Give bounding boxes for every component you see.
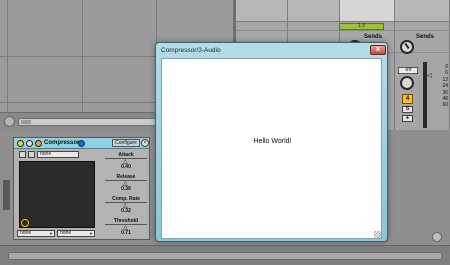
track-header[interactable] — [395, 0, 449, 22]
info-icon[interactable] — [78, 140, 85, 147]
track-header[interactable] — [236, 0, 287, 22]
sends-label: Sends — [416, 34, 435, 40]
send-knob-b[interactable]: Sends — [400, 34, 434, 56]
clip-row-divider — [236, 30, 450, 31]
arm-button[interactable]: ● — [402, 115, 413, 122]
window-title: Compressor/3-Audio — [161, 47, 221, 54]
clip-slot[interactable]: 1:3 — [339, 23, 384, 30]
param-comp-rate[interactable]: Comp. Rate △ 0.32 — [105, 196, 147, 216]
pan-marker-icon: ◁ — [427, 73, 432, 79]
device-chain-handle[interactable] — [3, 180, 10, 210]
window-close-button[interactable]: x — [370, 45, 386, 55]
sidechain-listen-toggle[interactable] — [28, 151, 35, 158]
meter-scale: 0 6 12 24 36 48 60 — [433, 64, 448, 109]
pan-knob[interactable] — [400, 76, 414, 90]
meter-scale-label: 60 — [442, 102, 448, 109]
configure-button[interactable]: Configure — [112, 139, 140, 147]
device-fold-icon[interactable] — [26, 140, 33, 147]
plugin-window: Compressor/3-Audio x Hello World! — [155, 42, 388, 242]
hello-message: Hello World! — [253, 138, 292, 145]
volume-readout[interactable]: -inf — [398, 67, 418, 74]
param-value: 0.71 — [121, 230, 131, 236]
param-value: 0.36 — [121, 186, 131, 192]
param-value: 0.32 — [121, 208, 131, 214]
resize-grip-icon[interactable] — [374, 231, 381, 238]
select-value: none — [20, 230, 32, 236]
sends-label: Sends — [364, 34, 383, 40]
level-meter — [423, 62, 427, 128]
device-activator-icon[interactable] — [17, 140, 24, 147]
xy-handle-icon[interactable] — [21, 219, 29, 227]
overview-toggle-icon[interactable] — [4, 116, 15, 127]
track-header[interactable] — [340, 0, 394, 22]
device-name: Compressor — [44, 140, 80, 146]
device-title-bar[interactable]: Compressor Configure × — [14, 138, 149, 149]
input-channel-select[interactable]: none — [57, 230, 95, 237]
param-release[interactable]: Release △ 0.36 — [105, 174, 147, 194]
device-hot-swap-icon[interactable] — [35, 140, 42, 147]
status-bar — [0, 245, 450, 265]
solo-button[interactable]: S — [402, 106, 413, 113]
param-threshold[interactable]: Threshold △ 0.71 — [105, 218, 147, 238]
scroll-thumb[interactable] — [21, 120, 31, 124]
window-client-area: Hello World! — [161, 58, 382, 239]
status-scroll-track[interactable] — [8, 252, 442, 260]
track-activator-button[interactable]: 4 — [402, 94, 413, 104]
sidechain-source-select[interactable]: none — [37, 151, 79, 158]
param-attack[interactable]: Attack △ 0.40 — [105, 152, 147, 172]
select-value: none — [60, 230, 72, 236]
compressor-xy-pad[interactable] — [19, 161, 95, 228]
close-icon[interactable]: × — [141, 139, 149, 147]
compressor-device: Compressor Configure × none none none At… — [13, 137, 150, 240]
sidechain-toggle[interactable] — [19, 151, 26, 158]
knob-icon[interactable] — [400, 40, 414, 54]
input-type-select[interactable]: none — [17, 230, 55, 237]
lock-icon[interactable] — [432, 232, 442, 242]
track-header[interactable] — [288, 0, 339, 22]
param-value: 0.40 — [121, 164, 131, 170]
